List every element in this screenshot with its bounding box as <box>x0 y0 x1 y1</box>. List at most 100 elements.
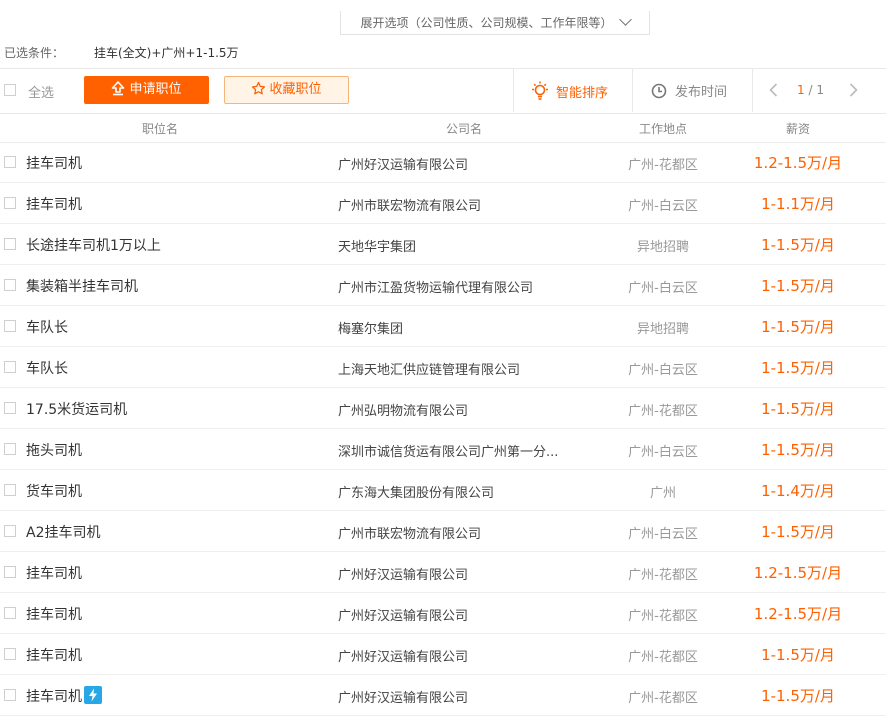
job-salary: 1-1.5万/月 <box>761 400 835 418</box>
header-location: 工作地点 <box>639 122 688 136</box>
company-link[interactable]: 梅塞尔集团 <box>338 318 578 337</box>
sort-smart-button[interactable]: 智能排序 <box>530 81 608 101</box>
job-row[interactable]: 挂车司机 广州好汉运输有限公司 广州-花都区 1-1.5万/月 <box>0 675 886 716</box>
job-salary: 1-1.5万/月 <box>761 318 835 336</box>
job-location: 异地招聘 <box>636 322 689 337</box>
company-link[interactable]: 广州市联宏物流有限公司 <box>338 195 578 214</box>
job-title-link[interactable]: 挂车司机 <box>26 194 82 214</box>
apply-job-button[interactable]: 申请职位 <box>84 76 209 104</box>
job-title-link[interactable]: 挂车司机 <box>26 153 82 173</box>
job-title-link[interactable]: 车队长 <box>26 358 68 378</box>
job-title-text: 车队长 <box>26 361 68 377</box>
job-checkbox[interactable] <box>4 607 16 619</box>
job-checkbox[interactable] <box>4 279 16 291</box>
pager-indicator: 1 / 1 <box>797 83 824 97</box>
job-location: 广州-白云区 <box>628 445 698 460</box>
job-checkbox[interactable] <box>4 443 16 455</box>
job-row[interactable]: 车队长 上海天地汇供应链管理有限公司 广州-白云区 1-1.5万/月 <box>0 347 886 388</box>
job-checkbox[interactable] <box>4 525 16 537</box>
upload-icon <box>112 81 125 96</box>
job-checkbox[interactable] <box>4 648 16 660</box>
company-link[interactable]: 广州好汉运输有限公司 <box>338 687 578 706</box>
toolbar-divider <box>632 69 633 112</box>
job-row[interactable]: 挂车司机 广州好汉运输有限公司 广州-花都区 1-1.5万/月 <box>0 634 886 675</box>
company-link[interactable]: 广州好汉运输有限公司 <box>338 646 578 665</box>
job-salary: 1-1.1万/月 <box>761 195 835 213</box>
job-title-text: A2挂车司机 <box>26 525 101 541</box>
job-title-link[interactable]: 集装箱半挂车司机 <box>26 276 138 296</box>
job-title-link[interactable]: 挂车司机 <box>26 604 82 624</box>
job-salary: 1.2-1.5万/月 <box>753 154 843 172</box>
company-link[interactable]: 广东海大集团股份有限公司 <box>338 482 578 501</box>
job-checkbox[interactable] <box>4 156 16 168</box>
header-title: 职位名 <box>142 122 179 136</box>
company-link[interactable]: 广州好汉运输有限公司 <box>338 605 578 624</box>
lightning-icon <box>84 686 102 704</box>
job-title-text: 17.5米货运司机 <box>26 402 128 418</box>
company-link[interactable]: 广州弘明物流有限公司 <box>338 400 578 419</box>
job-row[interactable]: 货车司机 广东海大集团股份有限公司 广州 1-1.4万/月 <box>0 470 886 511</box>
job-location: 广州-白云区 <box>628 281 698 296</box>
job-title-link[interactable]: 17.5米货运司机 <box>26 399 127 419</box>
job-row[interactable]: 挂车司机 广州好汉运输有限公司 广州-花都区 1.2-1.5万/月 <box>0 552 886 593</box>
job-title-link[interactable]: 车队长 <box>26 317 68 337</box>
sort-smart-label: 智能排序 <box>556 86 609 101</box>
job-row[interactable]: 拖头司机 深圳市诚信货运有限公司广州第一分... 广州-白云区 1-1.5万/月 <box>0 429 886 470</box>
expand-options-button[interactable]: 展开选项（公司性质、公司规模、工作年限等） <box>340 11 650 35</box>
sort-time-label: 发布时间 <box>675 85 728 100</box>
job-title-text: 挂车司机 <box>26 156 82 172</box>
chevron-right-icon[interactable] <box>845 82 861 98</box>
sort-time-button[interactable]: 发布时间 <box>651 81 727 100</box>
chevron-left-icon[interactable] <box>766 82 782 98</box>
job-title-link[interactable]: 挂车司机 <box>26 563 82 583</box>
company-link[interactable]: 深圳市诚信货运有限公司广州第一分... <box>338 441 578 460</box>
job-title-link[interactable]: 货车司机 <box>26 481 82 501</box>
job-title-text: 集装箱半挂车司机 <box>26 279 138 295</box>
job-row[interactable]: A2挂车司机 广州市联宏物流有限公司 广州-白云区 1-1.5万/月 <box>0 511 886 552</box>
company-link[interactable]: 上海天地汇供应链管理有限公司 <box>338 359 578 378</box>
job-title-link[interactable]: 长途挂车司机1万以上 <box>26 235 161 255</box>
toolbar-divider <box>513 69 514 112</box>
job-row[interactable]: 17.5米货运司机 广州弘明物流有限公司 广州-花都区 1-1.5万/月 <box>0 388 886 429</box>
page-separator: / <box>808 83 813 97</box>
favorite-job-button[interactable]: 收藏职位 <box>224 76 349 104</box>
job-row[interactable]: 集装箱半挂车司机 广州市江盈货物运输代理有限公司 广州-白云区 1-1.5万/月 <box>0 265 886 306</box>
job-checkbox[interactable] <box>4 320 16 332</box>
header-salary: 薪资 <box>786 122 811 136</box>
job-checkbox[interactable] <box>4 484 16 496</box>
company-link[interactable]: 广州好汉运输有限公司 <box>338 564 578 583</box>
job-title-text: 挂车司机 <box>26 607 82 623</box>
job-location: 广州-白云区 <box>628 527 698 542</box>
select-all-checkbox[interactable] <box>4 84 16 96</box>
company-link[interactable]: 广州市联宏物流有限公司 <box>338 523 578 542</box>
job-checkbox[interactable] <box>4 238 16 250</box>
expand-bar: 展开选项（公司性质、公司规模、工作年限等） <box>0 0 886 36</box>
job-checkbox[interactable] <box>4 361 16 373</box>
job-row[interactable]: 车队长 梅塞尔集团 异地招聘 1-1.5万/月 <box>0 306 886 347</box>
job-title-text: 车队长 <box>26 320 68 336</box>
select-all-label[interactable]: 全选 <box>28 82 54 101</box>
job-checkbox[interactable] <box>4 402 16 414</box>
job-row[interactable]: 挂车司机 广州好汉运输有限公司 广州-花都区 1.2-1.5万/月 <box>0 142 886 183</box>
job-row[interactable]: 长途挂车司机1万以上 天地华宇集团 异地招聘 1-1.5万/月 <box>0 224 886 265</box>
job-salary: 1-1.5万/月 <box>761 687 835 705</box>
job-title-link[interactable]: A2挂车司机 <box>26 522 100 542</box>
job-title-text: 挂车司机 <box>26 648 82 664</box>
job-checkbox[interactable] <box>4 197 16 209</box>
job-salary: 1-1.4万/月 <box>761 482 835 500</box>
job-checkbox[interactable] <box>4 689 16 701</box>
job-title-link[interactable]: 拖头司机 <box>26 440 82 460</box>
company-link[interactable]: 广州好汉运输有限公司 <box>338 154 578 173</box>
company-link[interactable]: 天地华宇集团 <box>338 236 578 255</box>
job-title-link[interactable]: 挂车司机 <box>26 645 82 665</box>
job-checkbox[interactable] <box>4 566 16 578</box>
results-toolbar: 全选 申请职位 收藏职位 智能排序 发布时间 1 / 1 <box>0 68 886 114</box>
job-title-link[interactable]: 挂车司机 <box>26 686 102 706</box>
job-salary: 1-1.5万/月 <box>761 236 835 254</box>
job-row[interactable]: 挂车司机 广州市联宏物流有限公司 广州-白云区 1-1.1万/月 <box>0 183 886 224</box>
job-row[interactable]: 挂车司机 广州好汉运输有限公司 广州-花都区 1.2-1.5万/月 <box>0 593 886 634</box>
selected-filters: 已选条件： 挂车(全文)+广州+1-1.5万 <box>4 44 239 61</box>
job-salary: 1-1.5万/月 <box>761 646 835 664</box>
company-link[interactable]: 广州市江盈货物运输代理有限公司 <box>338 277 578 296</box>
clock-icon <box>651 83 667 99</box>
